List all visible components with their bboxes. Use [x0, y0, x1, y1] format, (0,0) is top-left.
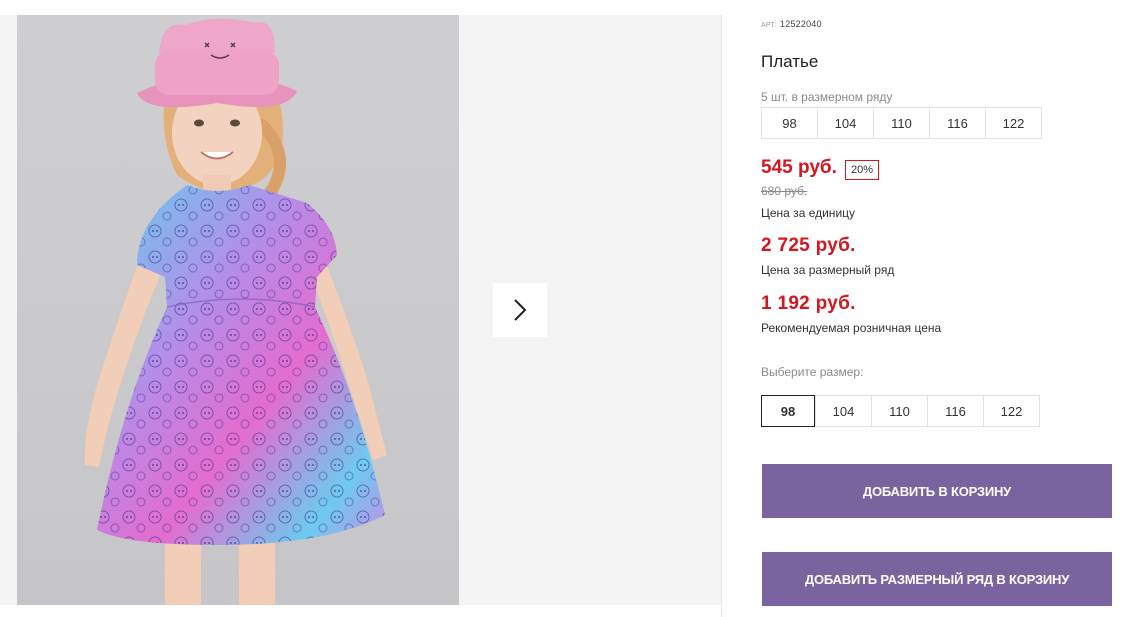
size-option-116[interactable]: 116 [927, 395, 984, 427]
retail-price: 1 192 руб. [761, 293, 856, 314]
pack-price-caption: Цена за размерный ряд [761, 263, 895, 277]
pack-size-label: 5 шт. в размерном ряду [761, 90, 893, 104]
pack-size-98: 98 [761, 107, 818, 139]
pack-size-122: 122 [985, 107, 1042, 139]
gallery-divider [721, 15, 722, 617]
article-number: АРТ: 12522040 [761, 19, 822, 29]
size-option-110[interactable]: 110 [871, 395, 928, 427]
add-to-cart-button[interactable]: ДОБАВИТЬ В КОРЗИНУ [762, 464, 1112, 518]
size-selector: 98 104 110 116 122 [761, 395, 1040, 427]
discount-badge: 20% [845, 160, 880, 180]
unit-price-caption: Цена за единицу [761, 206, 856, 220]
pack-price: 2 725 руб. [761, 235, 856, 256]
add-pack-to-cart-button[interactable]: ДОБАВИТЬ РАЗМЕРНЫЙ РЯД В КОРЗИНУ [762, 552, 1112, 606]
size-option-122[interactable]: 122 [983, 395, 1040, 427]
unit-price: 545 руб. [761, 157, 837, 178]
girl-in-dress-image [84, 18, 387, 605]
article-label: АРТ: [761, 22, 778, 29]
choose-size-label: Выберите размер: [761, 365, 864, 379]
size-option-104[interactable]: 104 [815, 395, 872, 427]
size-option-98[interactable]: 98 [761, 395, 815, 427]
product-photo[interactable] [17, 15, 459, 605]
pack-size-110: 110 [873, 107, 930, 139]
pack-size-116: 116 [929, 107, 986, 139]
pack-sizes: 98 104 110 116 122 [761, 107, 1042, 139]
product-title: Платье [761, 52, 819, 71]
chevron-right-icon [514, 299, 527, 321]
article-value: 12522040 [780, 19, 822, 29]
gallery-next-button[interactable] [493, 283, 547, 337]
product-gallery [0, 15, 722, 605]
pack-size-104: 104 [817, 107, 874, 139]
retail-price-caption: Рекомендуемая розничная цена [761, 321, 942, 335]
old-price: 680 руб. [761, 184, 808, 198]
